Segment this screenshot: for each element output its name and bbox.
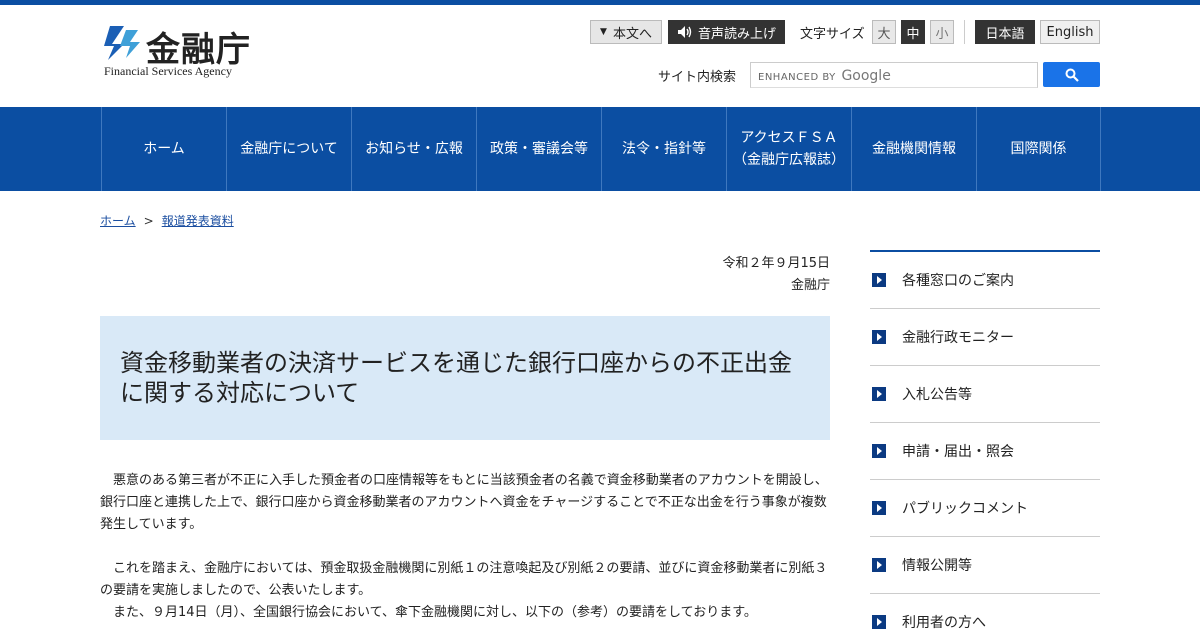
arrow-right-icon bbox=[872, 558, 886, 572]
breadcrumb-current-link[interactable]: 報道発表資料 bbox=[162, 214, 234, 228]
font-size-label: 文字サイズ bbox=[800, 26, 865, 42]
search-placeholder: ENHANCED BY Google bbox=[758, 68, 891, 84]
breadcrumb-home-link[interactable]: ホーム bbox=[100, 214, 136, 228]
speaker-icon bbox=[677, 26, 692, 38]
nav-international[interactable]: 国際関係 bbox=[976, 107, 1101, 191]
nav-policy[interactable]: 政策・審議会等 bbox=[476, 107, 601, 191]
article-paragraph-2: これを踏まえ、金融庁においては、預金取扱金融機関に別紙１の注意喚起及び別紙２の要… bbox=[100, 561, 828, 598]
sidebar-item-public-comment[interactable]: パブリックコメント bbox=[870, 480, 1100, 537]
sidebar-item-contacts[interactable]: 各種窓口のご案内 bbox=[870, 252, 1100, 309]
top-accent-bar bbox=[0, 0, 1200, 5]
site-search-label: サイト内検索 bbox=[658, 70, 737, 85]
sidebar-item-users[interactable]: 利用者の方へ bbox=[870, 594, 1100, 630]
arrow-right-icon bbox=[872, 501, 886, 515]
font-size-large-button[interactable]: 大 bbox=[872, 20, 896, 44]
font-size-small-button[interactable]: 小 bbox=[930, 20, 954, 44]
search-icon bbox=[1065, 68, 1079, 82]
utility-divider bbox=[964, 20, 965, 44]
nav-home[interactable]: ホーム bbox=[101, 107, 226, 191]
arrow-right-icon bbox=[872, 330, 886, 344]
skip-to-content-button[interactable]: ▼ 本文へ bbox=[590, 20, 662, 44]
search-submit-button[interactable] bbox=[1043, 62, 1100, 87]
site-search-input[interactable]: ENHANCED BY Google bbox=[750, 62, 1038, 88]
caret-down-icon: ▼ bbox=[600, 27, 607, 37]
fsa-logo[interactable]: 金融庁 Financial Services Agency bbox=[102, 24, 262, 80]
page-title: 資金移動業者の決済サービスを通じた銀行口座からの不正出金に関する対応について bbox=[120, 349, 792, 407]
skip-to-content-label: 本文へ bbox=[612, 26, 652, 42]
nav-about-fsa[interactable]: 金融庁について bbox=[226, 107, 351, 191]
nav-institutions[interactable]: 金融機関情報 bbox=[851, 107, 976, 191]
nav-laws[interactable]: 法令・指針等 bbox=[601, 107, 726, 191]
nav-news[interactable]: お知らせ・広報 bbox=[351, 107, 476, 191]
arrow-right-icon bbox=[872, 444, 886, 458]
text-to-speech-button[interactable]: 音声読み上げ bbox=[668, 20, 785, 44]
sidebar-menu: 各種窓口のご案内 金融行政モニター 入札公告等 申請・届出・照会 パブリックコメ… bbox=[870, 250, 1100, 630]
breadcrumb: ホーム > 報道発表資料 bbox=[100, 212, 234, 229]
fsa-logo-mark-icon bbox=[104, 26, 140, 60]
sidebar-item-monitor[interactable]: 金融行政モニター bbox=[870, 309, 1100, 366]
google-brand-text: Google bbox=[841, 68, 891, 84]
nav-access-fsa[interactable]: アクセスＦＳＡ （金融庁広報誌） bbox=[726, 107, 851, 191]
language-japanese-button[interactable]: 日本語 bbox=[975, 20, 1035, 44]
press-organization: 金融庁 bbox=[790, 278, 830, 293]
text-to-speech-label: 音声読み上げ bbox=[697, 26, 776, 42]
language-english-button[interactable]: English bbox=[1040, 20, 1100, 44]
article-paragraph-1: 悪意のある第三者が不正に入手した預金者の口座情報等をもとに当該預金者の名義で資金… bbox=[100, 473, 828, 532]
sidebar-item-tenders[interactable]: 入札公告等 bbox=[870, 366, 1100, 423]
arrow-right-icon bbox=[872, 273, 886, 287]
font-size-medium-button[interactable]: 中 bbox=[901, 20, 925, 44]
sidebar-item-applications[interactable]: 申請・届出・照会 bbox=[870, 423, 1100, 480]
sidebar-item-disclosure[interactable]: 情報公開等 bbox=[870, 537, 1100, 594]
global-navigation: ホーム 金融庁について お知らせ・広報 政策・審議会等 法令・指針等 アクセスＦ… bbox=[0, 107, 1200, 191]
logo-subtitle: Financial Services Agency bbox=[104, 64, 232, 78]
article-title-box: 資金移動業者の決済サービスを通じた銀行口座からの不正出金に関する対応について bbox=[100, 316, 830, 440]
press-date: 令和２年９月15日 bbox=[722, 256, 830, 271]
breadcrumb-separator: > bbox=[143, 214, 154, 228]
arrow-right-icon bbox=[872, 615, 886, 629]
article-paragraph-3: また、９月14日（月）、全国銀行協会において、傘下金融機関に対し、以下の（参考）… bbox=[100, 605, 757, 620]
arrow-right-icon bbox=[872, 387, 886, 401]
